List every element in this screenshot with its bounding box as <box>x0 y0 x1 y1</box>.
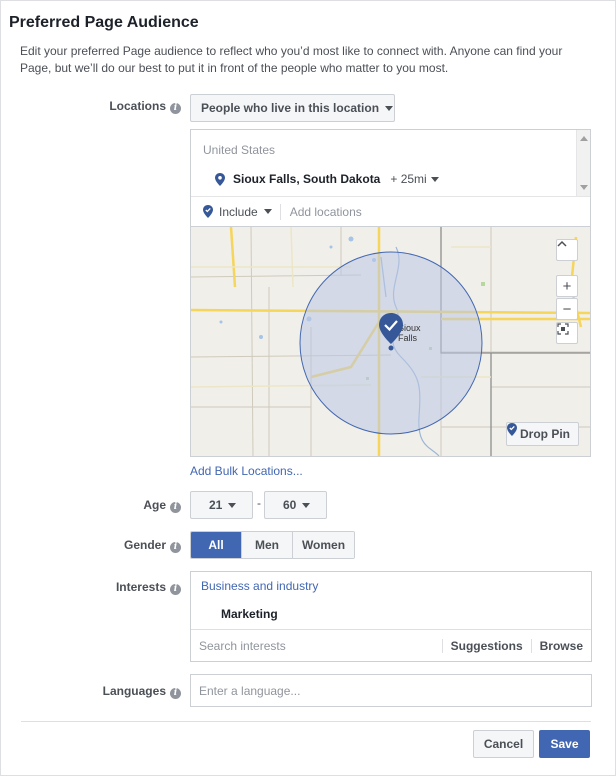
gender-selector: All Men Women <box>190 531 355 559</box>
age-label-row: Age i <box>21 498 181 513</box>
info-icon[interactable]: i <box>170 542 181 553</box>
cancel-button[interactable]: Cancel <box>473 730 534 758</box>
radius-value: + 25mi <box>390 172 427 186</box>
scroll-down-icon[interactable] <box>580 185 588 190</box>
interest-item[interactable]: Marketing <box>221 607 278 621</box>
location-pin-icon <box>215 172 225 186</box>
location-pin-icon <box>203 205 213 218</box>
info-icon[interactable]: i <box>170 103 181 114</box>
chevron-down-icon <box>302 502 311 508</box>
drop-pin-label: Drop Pin <box>520 427 570 441</box>
languages-label: Languages <box>102 684 166 698</box>
chevron-up-icon <box>557 240 567 247</box>
chevron-down-icon <box>263 209 272 214</box>
add-locations-input[interactable]: Add locations <box>290 205 362 219</box>
gender-women-button[interactable]: Women <box>292 532 354 558</box>
zoom-out-button[interactable]: − <box>556 298 578 320</box>
chevron-down-icon <box>385 105 394 111</box>
dialog-title: Preferred Page Audience <box>9 14 199 31</box>
age-max-dropdown[interactable]: 60 <box>264 491 327 519</box>
location-list: United States Sioux Falls, South Dakota … <box>191 130 590 196</box>
chevron-down-icon <box>430 176 439 182</box>
info-icon[interactable]: i <box>170 502 181 513</box>
location-add-row: Include Add locations <box>191 196 590 227</box>
drop-pin-button[interactable]: Drop Pin <box>506 422 579 446</box>
age-separator: - <box>257 496 261 510</box>
dialog-description: Edit your preferred Page audience to ref… <box>20 44 563 75</box>
location-country: United States <box>203 143 276 157</box>
gender-label-row: Gender i <box>21 538 181 553</box>
age-label: Age <box>143 498 166 512</box>
interests-label-row: Interests i <box>21 580 181 595</box>
interest-search-input[interactable]: Search interests <box>199 639 442 653</box>
locations-label-row: Locations i <box>21 99 181 114</box>
age-min-dropdown[interactable]: 21 <box>190 491 253 519</box>
zoom-in-button[interactable]: + <box>556 275 578 297</box>
locations-label: Locations <box>109 99 166 113</box>
interests-label: Interests <box>115 580 166 594</box>
location-filter-dropdown[interactable]: People who live in this location <box>190 94 395 122</box>
recenter-icon <box>557 323 569 335</box>
location-city: Sioux Falls, South Dakota <box>233 172 381 186</box>
add-bulk-locations-link[interactable]: Add Bulk Locations... <box>190 464 303 478</box>
language-input[interactable]: Enter a language... <box>190 674 592 707</box>
location-pin-icon <box>507 423 517 436</box>
gender-label: Gender <box>123 538 166 552</box>
info-icon[interactable]: i <box>170 584 181 595</box>
divider <box>279 203 281 220</box>
footer-divider <box>21 721 591 722</box>
save-button[interactable]: Save <box>539 730 590 758</box>
plus-icon: + <box>562 277 572 295</box>
chevron-down-icon <box>228 502 237 508</box>
interest-category: Business and industry <box>201 579 319 593</box>
interest-search-row: Search interests Suggestions Browse <box>191 629 591 661</box>
suggestions-link[interactable]: Suggestions <box>441 638 531 653</box>
languages-label-row: Languages i <box>21 684 181 699</box>
preferred-audience-dialog: Preferred Page Audience Edit your prefer… <box>0 0 616 776</box>
location-list-scrollbar[interactable] <box>576 130 590 196</box>
age-max-value: 60 <box>283 498 297 512</box>
radius-dropdown[interactable]: + 25mi <box>390 172 439 186</box>
location-filter-label: People who live in this location <box>201 101 380 115</box>
location-item[interactable]: Sioux Falls, South Dakota + 25mi <box>215 172 439 186</box>
recenter-button[interactable] <box>556 322 578 344</box>
info-icon[interactable]: i <box>170 688 181 699</box>
include-dropdown[interactable]: Include <box>203 205 272 219</box>
gender-all-button[interactable]: All <box>191 532 241 558</box>
map-city-label-2: Falls <box>398 333 418 343</box>
location-picker: United States Sioux Falls, South Dakota … <box>190 129 591 457</box>
age-min-value: 21 <box>209 498 223 512</box>
gender-men-button[interactable]: Men <box>241 532 292 558</box>
browse-link[interactable]: Browse <box>530 638 591 653</box>
location-map[interactable]: Sioux Falls + − Drop Pin <box>191 227 590 456</box>
include-label: Include <box>219 204 258 219</box>
interests-box: Business and industry Marketing Search i… <box>190 571 592 662</box>
map-collapse-button[interactable] <box>556 239 578 261</box>
scroll-up-icon[interactable] <box>580 136 588 141</box>
minus-icon: − <box>562 300 572 318</box>
